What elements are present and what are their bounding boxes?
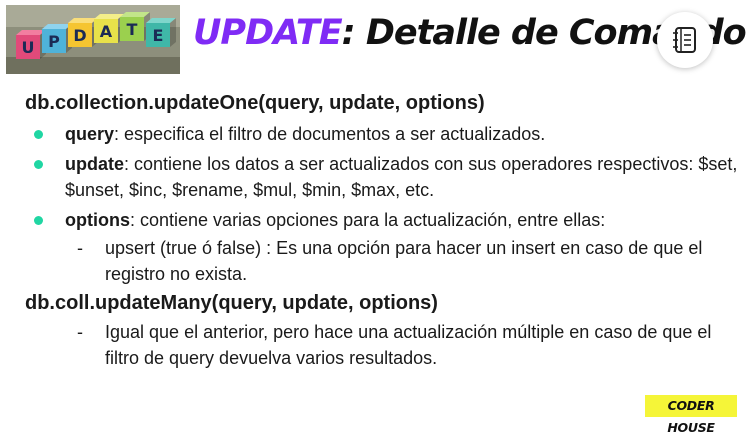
cube-letter: P — [48, 32, 60, 51]
notebook-icon-badge — [657, 12, 713, 68]
cube-side — [170, 18, 176, 47]
bullet-options: options: contiene varias opciones para l… — [25, 207, 740, 233]
updateone-heading: db.collection.updateOne(query, update, o… — [25, 92, 485, 114]
bullet-query: query: especifica el filtro de documento… — [25, 121, 740, 147]
updatemany-text: Igual que el anterior, pero hace una act… — [105, 322, 712, 368]
desc-query: : especifica el filtro de documentos a s… — [114, 124, 546, 144]
cube-letter: T — [127, 20, 138, 39]
coderhouse-logo: CODER HOUSE — [645, 395, 737, 435]
title-accent: UPDATE — [193, 13, 343, 53]
desc-update: : contiene los datos a ser actualizados … — [65, 154, 738, 200]
dash-marker: - — [77, 238, 83, 258]
term-update: update — [65, 154, 125, 174]
cube-letter: U — [22, 38, 35, 57]
bullet-dot — [34, 160, 43, 169]
updatemany-heading: db.coll.updateMany(query, update, option… — [25, 292, 438, 314]
term-query: query — [65, 124, 115, 144]
cube-letter: D — [73, 26, 86, 45]
bullet-dot — [34, 130, 43, 139]
main-content: db.collection.updateOne(query, update, o… — [25, 89, 740, 371]
cube-letter: E — [153, 26, 164, 45]
desc-options: : contiene varias opciones para la actua… — [130, 210, 606, 230]
bullet-dot — [34, 216, 43, 225]
sub-item-updatemany: - Igual que el anterior, pero hace una a… — [25, 319, 740, 371]
dash-marker: - — [77, 322, 83, 342]
bullet-update: update: contiene los datos a ser actuali… — [25, 151, 740, 203]
notebook-icon — [673, 27, 696, 53]
cube-letter: A — [100, 22, 113, 41]
upsert-text: upsert (true ó false) : Es una opción pa… — [105, 238, 703, 284]
sub-item-upsert: - upsert (true ó false) : Es una opción … — [25, 235, 740, 287]
update-blocks-image: UPDATE — [6, 5, 180, 74]
term-options: options — [65, 210, 130, 230]
